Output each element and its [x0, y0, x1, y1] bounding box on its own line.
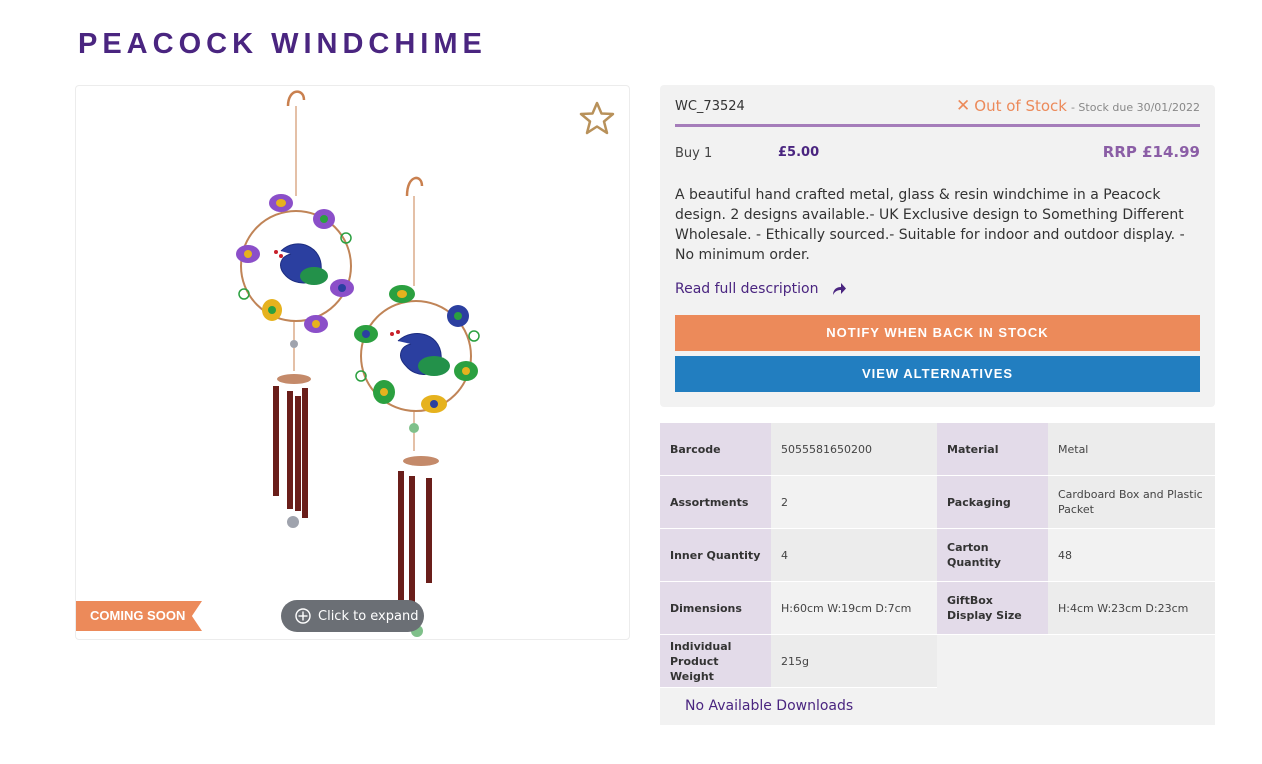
spec-label-carton-quantity: Carton Quantity: [937, 529, 1048, 582]
spec-empty-cell: [1048, 635, 1215, 688]
product-image-panel[interactable]: COMING SOON Click to expand: [75, 85, 630, 640]
spec-label-giftbox-size: GiftBox Display Size: [937, 582, 1048, 635]
view-alternatives-button[interactable]: VIEW ALTERNATIVES: [675, 356, 1200, 392]
plus-circle-icon: [295, 608, 311, 624]
star-outline-icon[interactable]: [579, 100, 615, 136]
close-x-icon: ✕: [956, 96, 971, 116]
stock-due-date: - Stock due 30/01/2022: [1070, 101, 1200, 114]
read-more-label: Read full description: [675, 281, 819, 297]
spec-value-packaging: Cardboard Box and Plastic Packet: [1048, 476, 1215, 529]
notify-back-in-stock-button[interactable]: NOTIFY WHEN BACK IN STOCK: [675, 315, 1200, 351]
page-title: PEACOCK WINDCHIME: [78, 28, 487, 60]
spec-value-assortments: 2: [771, 476, 937, 529]
spec-label-product-weight: Individual Product Weight: [660, 635, 771, 688]
stock-status: ✕ Out of Stock - Stock due 30/01/2022: [956, 96, 1200, 116]
spec-value-barcode: 5055581650200: [771, 423, 937, 476]
spec-value-carton-quantity: 48: [1048, 529, 1215, 582]
product-sku: WC_73524: [675, 99, 745, 114]
share-arrow-icon: [832, 283, 846, 295]
stock-status-text: Out of Stock: [974, 97, 1067, 115]
spec-value-giftbox-size: H:4cm W:23cm D:23cm: [1048, 582, 1215, 635]
spec-label-packaging: Packaging: [937, 476, 1048, 529]
spec-value-dimensions: H:60cm W:19cm D:7cm: [771, 582, 937, 635]
spec-label-barcode: Barcode: [660, 423, 771, 476]
coming-soon-badge: COMING SOON: [76, 601, 202, 631]
buy-price: £5.00: [778, 145, 820, 160]
rrp-price: RRP £14.99: [1102, 143, 1200, 161]
windchime-right: [354, 176, 480, 637]
specs-table: Barcode 5055581650200 Material Metal Ass…: [660, 423, 1215, 688]
buy-quantity-label: Buy 1: [675, 146, 713, 161]
divider: [675, 124, 1200, 127]
expand-image-button[interactable]: Click to expand: [281, 600, 424, 632]
spec-value-material: Metal: [1048, 423, 1215, 476]
spec-label-inner-quantity: Inner Quantity: [660, 529, 771, 582]
spec-label-assortments: Assortments: [660, 476, 771, 529]
spec-label-material: Material: [937, 423, 1048, 476]
spec-value-product-weight: 215g: [771, 635, 937, 688]
product-info-panel: WC_73524 ✕ Out of Stock - Stock due 30/0…: [660, 85, 1215, 407]
read-full-description-link[interactable]: Read full description: [675, 281, 847, 297]
windchime-left: [236, 90, 354, 528]
product-description: A beautiful hand crafted metal, glass & …: [675, 187, 1185, 263]
spec-empty-cell: [937, 635, 1048, 688]
downloads-section: No Available Downloads: [660, 688, 1215, 725]
expand-label: Click to expand: [318, 608, 419, 624]
spec-label-dimensions: Dimensions: [660, 582, 771, 635]
product-image[interactable]: [76, 86, 630, 640]
spec-value-inner-quantity: 4: [771, 529, 937, 582]
